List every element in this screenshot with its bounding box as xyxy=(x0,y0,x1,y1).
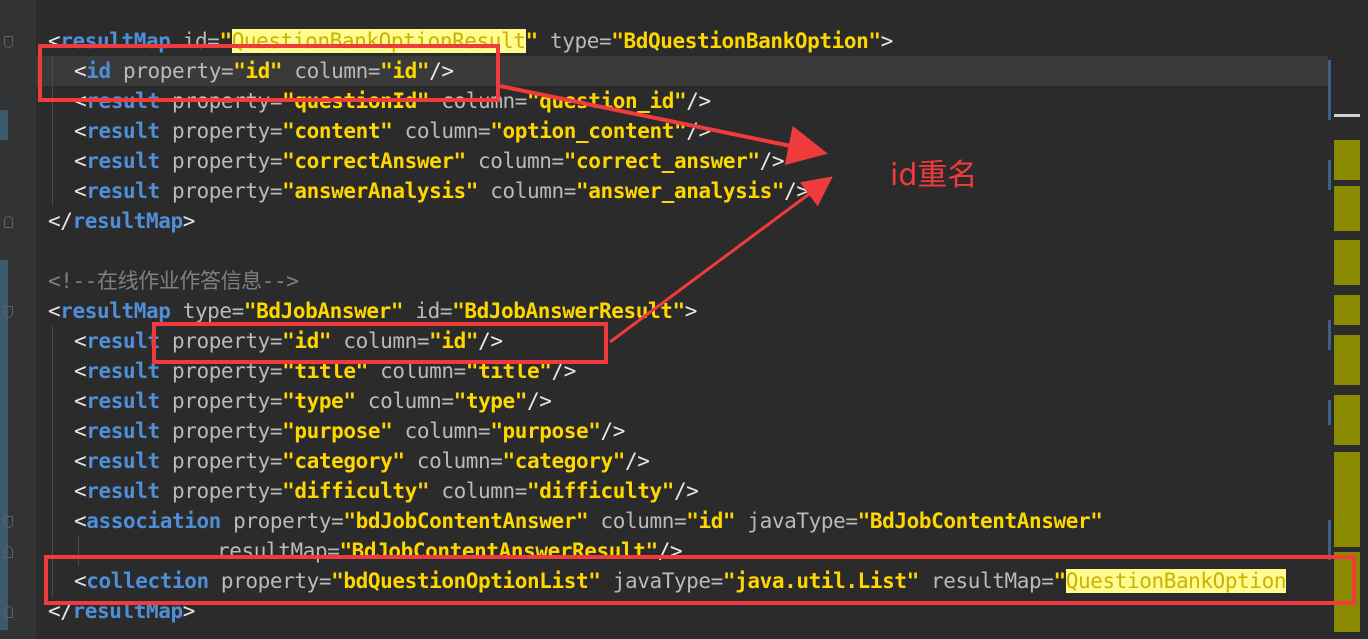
arrow-from-result-id xyxy=(609,176,833,344)
arrow-from-id-tag xyxy=(499,84,828,166)
annotation-arrows xyxy=(499,84,833,344)
annotation-label: id重名 xyxy=(890,158,978,193)
